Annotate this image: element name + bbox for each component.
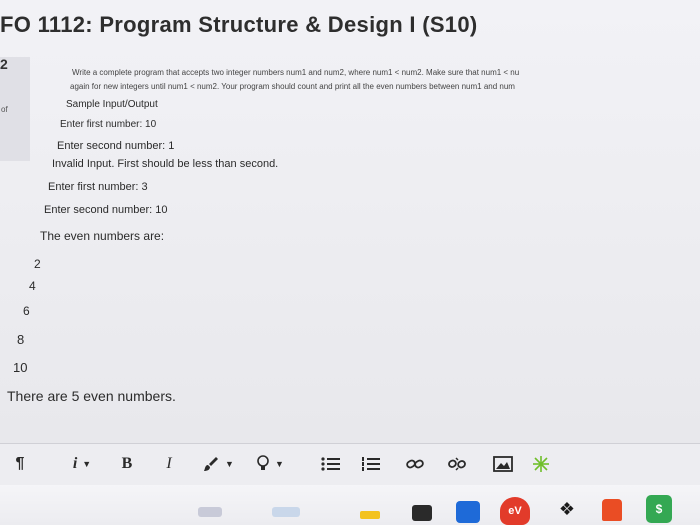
- page-title: FO 1112: Program Structure & Design I (S…: [0, 12, 478, 37]
- unlink-icon: [448, 457, 466, 471]
- os-taskbar: eV ❖ $: [0, 485, 700, 525]
- text-color-button[interactable]: ▼: [196, 452, 240, 476]
- mail-icon[interactable]: [456, 501, 480, 523]
- even-number: 4: [29, 279, 36, 293]
- sample-line: The even numbers are:: [40, 229, 165, 243]
- sparkle-button[interactable]: [528, 452, 554, 476]
- info-dropdown-button[interactable]: i ▼: [60, 452, 104, 476]
- sample-line: Enter second number: 10: [44, 204, 168, 216]
- even-number: 2: [34, 257, 41, 271]
- lightbulb-icon: [257, 455, 269, 470]
- sample-line: Enter first number: 3: [48, 181, 148, 193]
- sample-summary: There are 5 even numbers.: [7, 388, 176, 404]
- chevron-down-icon: ▼: [225, 459, 234, 469]
- link-icon: [406, 459, 424, 469]
- brand-icon[interactable]: eV: [500, 497, 530, 525]
- even-number: 8: [17, 332, 25, 347]
- paragraph-icon: ¶: [15, 455, 25, 472]
- question-prompt-line-1: Write a complete program that accepts tw…: [72, 68, 520, 77]
- bullet-list-button[interactable]: [318, 452, 344, 476]
- question-content: Write a complete program that accepts tw…: [0, 55, 700, 433]
- lock-icon[interactable]: [412, 505, 432, 521]
- question-prompt-line-2: again for new integers until num1 < num2…: [70, 82, 515, 91]
- paragraph-button[interactable]: ¶: [10, 452, 30, 476]
- app-icon-2[interactable]: [272, 507, 300, 517]
- italic-icon: I: [166, 455, 172, 472]
- sparkle-icon: [533, 456, 549, 472]
- even-number: 6: [23, 304, 30, 318]
- remove-link-button[interactable]: [444, 452, 470, 476]
- chevron-down-icon: ▼: [82, 459, 92, 469]
- screen-background: FO 1112: Program Structure & Design I (S…: [0, 0, 700, 525]
- numbered-list-icon: [362, 457, 380, 471]
- bold-button[interactable]: B: [116, 452, 138, 476]
- insert-image-button[interactable]: [490, 452, 516, 476]
- italic-button[interactable]: I: [160, 452, 178, 476]
- insert-link-button[interactable]: [402, 452, 428, 476]
- dropbox-icon[interactable]: ❖: [554, 497, 580, 521]
- highlight-button[interactable]: ▼: [250, 452, 290, 476]
- folder-icon[interactable]: [360, 511, 380, 519]
- brush-icon: [204, 457, 219, 471]
- info-icon: i: [72, 455, 78, 472]
- image-icon: [493, 456, 513, 472]
- bullet-list-icon: [321, 457, 340, 471]
- office-icon[interactable]: [602, 499, 622, 521]
- sample-line: Invalid Input. First should be less than…: [52, 158, 279, 170]
- editor-toolbar: ¶ i ▼ B I ▼ ▼: [0, 443, 700, 487]
- sample-heading: Sample Input/Output: [66, 99, 158, 110]
- sample-line: Enter first number: 10: [60, 119, 157, 130]
- cash-icon[interactable]: $: [646, 495, 672, 523]
- bold-icon: B: [121, 455, 133, 472]
- numbered-list-button[interactable]: [358, 452, 384, 476]
- sample-line: Enter second number: 1: [57, 140, 175, 152]
- chevron-down-icon: ▼: [275, 459, 284, 469]
- even-number: 10: [13, 360, 28, 375]
- app-icon-1[interactable]: [198, 507, 222, 517]
